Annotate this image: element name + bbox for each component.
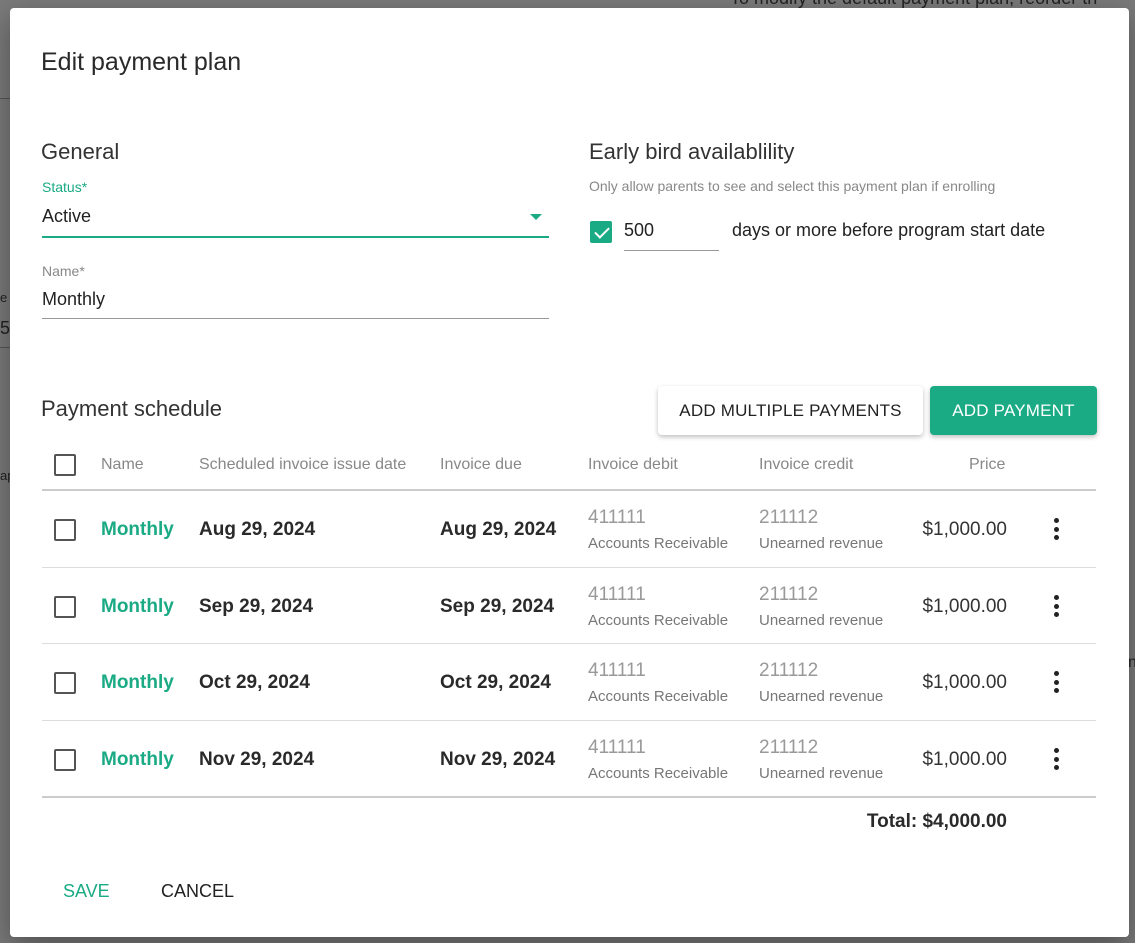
edit-payment-plan-dialog: Edit payment plan General Status* Active… [10,8,1129,937]
early-bird-checkbox[interactable] [590,221,612,243]
background-fragment: e [0,290,8,305]
early-bird-section-title: Early bird availablility [589,139,795,164]
credit-code: 211112 [759,660,819,681]
cancel-button[interactable]: CANCEL [161,881,234,902]
due-date: Nov 29, 2024 [440,749,556,770]
save-button[interactable]: SAVE [63,881,110,902]
issue-date: Oct 29, 2024 [199,672,310,693]
column-header-credit: Invoice credit [759,456,854,473]
payment-name-link[interactable]: Monthly [101,672,174,694]
payment-name-link[interactable]: Monthly [101,749,174,771]
dropdown-arrow-icon [530,214,542,220]
background-divider [0,98,10,99]
credit-account-name: Unearned revenue [759,612,884,629]
debit-code: 411111 [588,737,646,758]
price: $1,000.00 [922,749,1007,770]
table-row: Monthly Sep 29, 2024 Sep 29, 2024 411111… [42,568,1096,645]
issue-date: Aug 29, 2024 [199,519,316,540]
more-vert-icon[interactable] [1046,516,1066,542]
column-header-name: Name [101,456,144,473]
credit-account-name: Unearned revenue [759,535,884,552]
background-fragment: n [1128,654,1135,671]
name-field[interactable]: Monthly [42,284,549,318]
due-date: Oct 29, 2024 [440,672,551,693]
days-input[interactable]: 500 [624,214,719,250]
debit-account-name: Accounts Receivable [588,688,729,705]
due-date: Sep 29, 2024 [440,596,555,617]
dialog-title: Edit payment plan [41,48,242,76]
days-suffix-text: days or more before program start date [732,220,1046,240]
row-checkbox[interactable] [54,749,76,771]
price: $1,000.00 [922,519,1007,540]
row-checkbox[interactable] [54,672,76,694]
general-section-title: General [41,139,120,164]
issue-date: Sep 29, 2024 [199,596,314,617]
column-header-issue-date: Scheduled invoice issue date [199,456,407,473]
credit-code: 211112 [759,584,819,605]
select-all-checkbox[interactable] [54,454,76,476]
price: $1,000.00 [922,672,1007,693]
debit-code: 411111 [588,507,646,528]
more-vert-icon[interactable] [1046,746,1066,772]
credit-code: 211112 [759,507,819,528]
days-underline [624,250,719,251]
table-bottom-divider [42,796,1096,798]
column-header-price: Price [969,456,1006,473]
payment-name-link[interactable]: Monthly [101,519,174,541]
schedule-total: Total: $4,000.00 [866,811,1007,832]
price: $1,000.00 [922,596,1007,617]
early-bird-hint: Only allow parents to see and select thi… [589,178,996,194]
background-fragment: 5 [0,318,11,338]
credit-code: 211112 [759,737,819,758]
payment-name-link[interactable]: Monthly [101,596,174,618]
credit-account-name: Unearned revenue [759,688,884,705]
due-date: Aug 29, 2024 [440,519,557,540]
row-checkbox[interactable] [54,596,76,618]
table-row: Monthly Nov 29, 2024 Nov 29, 2024 411111… [42,721,1096,798]
payment-schedule-title: Payment schedule [41,396,222,421]
background-divider [0,347,10,348]
status-value: Active [42,206,92,226]
status-label: Status* [42,179,88,195]
debit-code: 411111 [588,660,646,681]
debit-account-name: Accounts Receivable [588,535,729,552]
name-label: Name* [42,263,85,279]
debit-account-name: Accounts Receivable [588,765,729,782]
column-header-due: Invoice due [440,456,522,473]
status-underline [42,236,549,238]
credit-account-name: Unearned revenue [759,765,884,782]
status-select[interactable]: Active [42,198,549,240]
add-multiple-payments-button[interactable]: ADD MULTIPLE PAYMENTS [658,386,923,435]
row-checkbox[interactable] [54,519,76,541]
table-row: Monthly Aug 29, 2024 Aug 29, 2024 411111… [42,491,1096,568]
table-row: Monthly Oct 29, 2024 Oct 29, 2024 411111… [42,644,1096,721]
debit-code: 411111 [588,584,646,605]
name-value: Monthly [42,289,106,309]
issue-date: Nov 29, 2024 [199,749,315,770]
name-underline [42,318,549,319]
column-header-debit: Invoice debit [588,456,678,473]
add-payment-button[interactable]: ADD PAYMENT [930,386,1097,435]
more-vert-icon[interactable] [1046,593,1066,619]
more-vert-icon[interactable] [1046,669,1066,695]
debit-account-name: Accounts Receivable [588,612,729,629]
days-value: 500 [624,220,655,240]
